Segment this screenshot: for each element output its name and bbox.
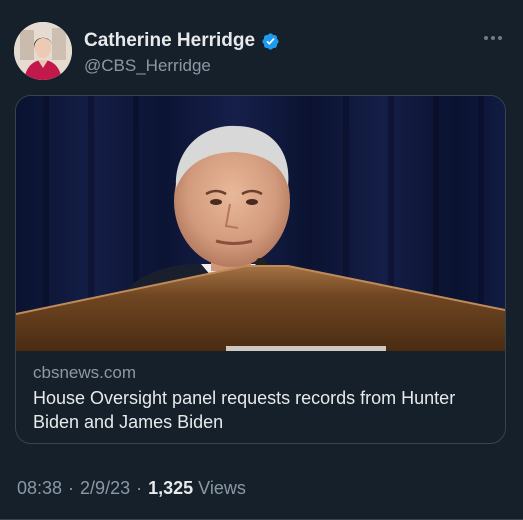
card-title: House Oversight panel requests records f…: [33, 388, 456, 432]
card-domain: cbsnews.com: [33, 363, 136, 382]
meta-separator: ·: [136, 478, 143, 498]
avatar-photo-icon: [14, 22, 72, 80]
views-label: Views: [198, 478, 246, 498]
tweet-metadata: 08:38 · 2/9/23 · 1,325 Views: [17, 478, 246, 499]
more-dot-icon: [484, 36, 488, 40]
more-dot-icon: [491, 36, 495, 40]
more-dot-icon: [498, 36, 502, 40]
link-preview-card[interactable]: cbsnews.com House Oversight panel reques…: [15, 95, 506, 444]
card-body: cbsnews.com House Oversight panel reques…: [33, 362, 488, 434]
tweet-date[interactable]: 2/9/23: [80, 478, 130, 498]
verified-badge-icon: [262, 32, 279, 50]
author-name-row: Catherine Herridge: [84, 30, 280, 52]
views-count: 1,325: [148, 478, 194, 498]
tweet-time[interactable]: 08:38: [17, 478, 62, 498]
author-avatar[interactable]: [14, 22, 72, 80]
more-options-button[interactable]: [481, 30, 505, 46]
tweet: Catherine Herridge @CBS_Herridge cbsnews…: [0, 0, 523, 520]
card-photo-icon: [16, 96, 505, 351]
author-display-name[interactable]: Catherine Herridge: [84, 30, 255, 52]
meta-separator: ·: [68, 478, 75, 498]
author-handle[interactable]: @CBS_Herridge: [84, 56, 211, 76]
